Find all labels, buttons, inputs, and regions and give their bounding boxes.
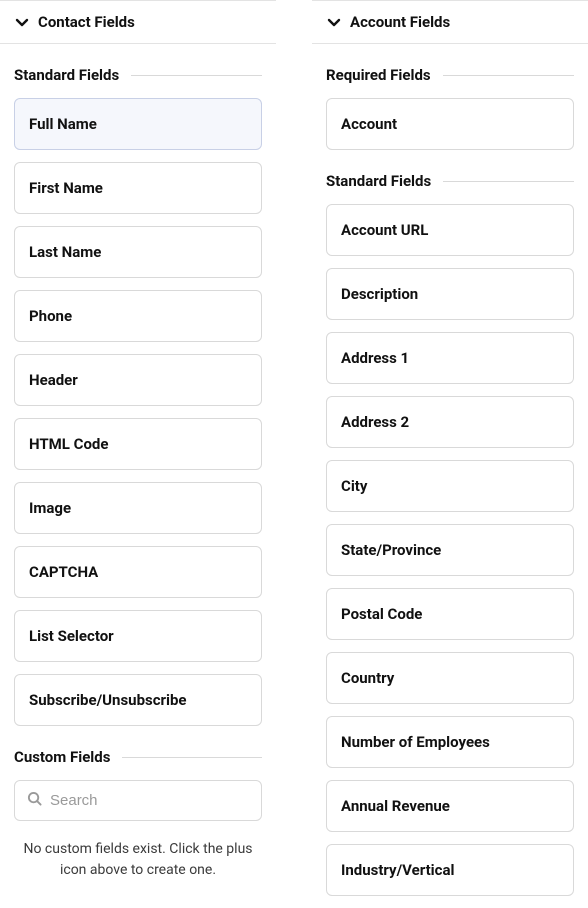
field-label: Subscribe/Unsubscribe [29, 691, 187, 709]
contact-standard-section: Standard Fields Full Name First Name Last … [0, 66, 276, 726]
field-card[interactable]: Phone [14, 290, 262, 342]
field-card[interactable]: Full Name [14, 98, 262, 150]
field-label: Address 1 [341, 349, 409, 367]
field-label: CAPTCHA [29, 563, 98, 581]
heading-rule [443, 181, 574, 182]
account-required-section: Required Fields Account [312, 66, 588, 150]
section-label: Custom Fields [14, 748, 110, 766]
account-standard-section: Standard Fields Account URL Description Ad… [312, 172, 588, 896]
field-card[interactable]: Header [14, 354, 262, 406]
field-card[interactable]: City [326, 460, 574, 512]
contact-fields-panel: Contact Fields Standard Fields Full Name… [0, 0, 276, 908]
field-card[interactable]: Address 1 [326, 332, 574, 384]
field-label: Postal Code [341, 605, 422, 623]
account-fields-header[interactable]: Account Fields [312, 0, 588, 44]
search-input[interactable] [50, 792, 249, 809]
field-card[interactable]: Subscribe/Unsubscribe [14, 674, 262, 726]
heading-rule [131, 75, 262, 76]
contact-fields-title: Contact Fields [38, 13, 135, 31]
field-card[interactable]: Address 2 [326, 396, 574, 448]
field-label: Full Name [29, 115, 97, 133]
field-label: Country [341, 669, 394, 687]
chevron-down-icon [14, 14, 30, 30]
field-label: Address 2 [341, 413, 409, 431]
field-label: Last Name [29, 243, 101, 261]
field-card[interactable]: Number of Employees [326, 716, 574, 768]
field-label: List Selector [29, 627, 114, 645]
contact-standard-list: Full Name First Name Last Name Phone Header H… [14, 98, 262, 726]
field-card[interactable]: Postal Code [326, 588, 574, 640]
field-card[interactable]: Account URL [326, 204, 574, 256]
account-fields-title: Account Fields [350, 13, 450, 31]
section-label: Standard Fields [326, 172, 431, 190]
field-label: HTML Code [29, 435, 108, 453]
contact-custom-section: Custom Fields No custom fields exist. Cl… [0, 748, 276, 901]
field-label: Number of Employees [341, 733, 490, 751]
heading-rule [122, 757, 262, 758]
contact-fields-header[interactable]: Contact Fields [0, 0, 276, 44]
search-icon [27, 791, 42, 810]
field-label: Phone [29, 307, 72, 325]
heading-rule [443, 75, 574, 76]
field-card[interactable]: State/Province [326, 524, 574, 576]
field-card[interactable]: Description [326, 268, 574, 320]
field-label: State/Province [341, 541, 441, 559]
account-fields-panel: Account Fields Required Fields Account S… [312, 0, 588, 908]
field-card[interactable]: CAPTCHA [14, 546, 262, 598]
field-label: First Name [29, 179, 103, 197]
custom-field-search[interactable] [14, 780, 262, 821]
field-card[interactable]: First Name [14, 162, 262, 214]
field-label: Image [29, 499, 71, 517]
section-label: Required Fields [326, 66, 431, 84]
contact-standard-heading: Standard Fields [14, 66, 262, 84]
field-card[interactable]: Last Name [14, 226, 262, 278]
field-card[interactable]: List Selector [14, 610, 262, 662]
custom-fields-empty-message: No custom fields exist. Click the plus i… [14, 839, 262, 901]
account-required-list: Account [326, 98, 574, 150]
field-label: City [341, 477, 367, 495]
field-label: Header [29, 371, 78, 389]
account-standard-heading: Standard Fields [326, 172, 574, 190]
chevron-down-icon [326, 14, 342, 30]
contact-custom-heading: Custom Fields [14, 748, 262, 766]
field-card[interactable]: Image [14, 482, 262, 534]
field-label: Account [341, 115, 397, 133]
account-required-heading: Required Fields [326, 66, 574, 84]
field-card[interactable]: Industry/Vertical [326, 844, 574, 896]
field-label: Industry/Vertical [341, 861, 454, 879]
account-standard-list: Account URL Description Address 1 Address 2… [326, 204, 574, 896]
field-card[interactable]: Account [326, 98, 574, 150]
field-label: Account URL [341, 221, 428, 239]
field-card[interactable]: Country [326, 652, 574, 704]
section-label: Standard Fields [14, 66, 119, 84]
field-label: Description [341, 285, 418, 303]
field-label: Annual Revenue [341, 797, 450, 815]
field-card[interactable]: HTML Code [14, 418, 262, 470]
